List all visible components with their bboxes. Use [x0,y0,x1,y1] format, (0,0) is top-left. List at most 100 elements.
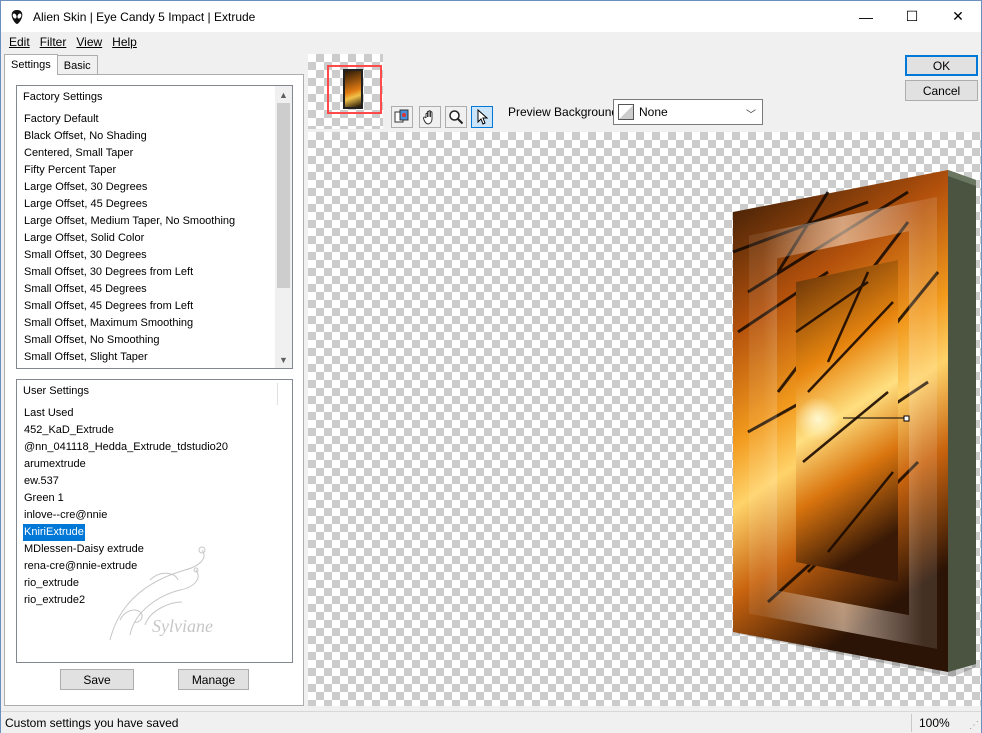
status-text: Custom settings you have saved [5,716,179,730]
compare-icon [394,109,409,123]
zoom-tool[interactable] [445,106,467,128]
main-window: Alien Skin | Eye Candy 5 Impact | Extrud… [0,0,982,733]
menu-edit[interactable]: Edit [4,35,35,49]
maximize-button[interactable]: ☐ [889,1,935,32]
factory-list-item[interactable]: Large Offset, Solid Color [23,230,236,247]
watermark-text: Sylviane [152,616,213,636]
factory-list-item-label: Large Offset, 30 Degrees [24,181,148,193]
tab-settings[interactable]: Settings [4,54,58,75]
cancel-button[interactable]: Cancel [905,80,978,101]
user-list-item[interactable]: ew.537 [23,473,229,490]
preview-background-value: None [639,105,668,119]
window-title: Alien Skin | Eye Candy 5 Impact | Extrud… [33,9,256,24]
window-controls: — ☐ ✕ [843,1,981,32]
menu-view[interactable]: View [71,35,107,49]
scroll-up-icon[interactable]: ▲ [275,86,292,103]
status-separator [911,714,912,732]
factory-list-item[interactable]: Small Offset, Maximum Smoothing [23,315,236,332]
factory-list-item[interactable]: Fifty Percent Taper [23,162,236,179]
ok-button[interactable]: OK [905,55,978,76]
factory-settings-header: Factory Settings [23,91,103,103]
factory-list-item[interactable]: Small Offset, No Smoothing [23,332,236,349]
factory-list-item-label: Small Offset, Slight Taper [24,351,148,363]
user-list-item-label: arumextrude [24,458,86,470]
factory-list-item[interactable]: Large Offset, Medium Taper, No Smoothing [23,213,236,230]
factory-list-scrollbar[interactable]: ▲ ▼ [275,86,292,368]
factory-list-item-label: Small Offset, 30 Degrees [24,249,147,261]
menu-help-label: Help [112,35,137,49]
factory-list-item-label: Small Offset, 45 Degrees from Left [24,300,194,312]
pan-tool[interactable] [419,106,441,128]
factory-list-item[interactable]: Small Offset, 30 Degrees from Left [23,264,236,281]
factory-list-item-label: Large Offset, 45 Degrees [24,198,148,210]
save-button[interactable]: Save [60,669,134,690]
zoom-level: 100% [919,716,950,730]
user-list-item-label: inlove--cre@nnie [24,509,108,521]
user-list-item[interactable]: inlove--cre@nnie [23,507,229,524]
tab-basic[interactable]: Basic [56,55,98,75]
factory-list-item[interactable]: Factory Default [23,111,236,128]
factory-list-item[interactable]: Centered, Small Taper [23,145,236,162]
close-button[interactable]: ✕ [935,1,981,32]
hand-icon [423,110,433,125]
factory-list-item[interactable]: Small Offset, 45 Degrees [23,281,236,298]
menu-bar: Edit Filter View Help [1,32,981,52]
user-list-item-label: 452_KaD_Extrude [24,424,114,436]
alien-skin-app-icon[interactable] [9,9,25,25]
factory-list-scroll-thumb[interactable] [277,103,290,288]
factory-list-item-label: Black Offset, No Shading [24,130,147,142]
factory-list-item[interactable]: Black Offset, No Shading [23,128,236,145]
user-list-item-label: ew.537 [24,475,59,487]
manage-button[interactable]: Manage [178,669,249,690]
menu-filter[interactable]: Filter [35,35,72,49]
factory-list-item-label: Small Offset, No Smoothing [24,334,160,346]
factory-list-item[interactable]: Small Offset, 45 Degrees from Left [23,298,236,315]
user-list-item[interactable]: arumextrude [23,456,229,473]
factory-list-item[interactable]: Large Offset, 45 Degrees [23,196,236,213]
user-list-item[interactable]: @nn_041118_Hedda_Extrude_tdstudio20 [23,439,229,456]
compare-tool[interactable] [391,106,413,128]
navigator-viewport-frame[interactable] [327,65,382,114]
close-icon: ✕ [952,8,964,24]
user-list-header-divider [277,383,278,405]
preview-navigator[interactable] [308,54,383,129]
magnifier-icon [449,110,464,125]
user-list-item[interactable]: 452_KaD_Extrude [23,422,229,439]
user-list-item[interactable]: KniriExtrude [23,524,229,541]
minimize-icon: — [859,8,873,25]
factory-list-item-label: Centered, Small Taper [24,147,134,159]
factory-settings-list[interactable]: Factory Settings Factory Default Black Of… [16,85,293,369]
factory-list-item-label: Factory Default [24,113,99,125]
menu-view-label: View [76,35,103,49]
factory-list-item[interactable]: Large Offset, 30 Degrees [23,179,236,196]
maximize-icon: ☐ [905,8,919,24]
resize-grip-icon[interactable]: ⋰ [969,720,979,731]
preview-background-label: Preview Background: [508,105,622,119]
user-list-item-label: Last Used [24,407,74,419]
user-list-item-label: KniriExtrude [23,524,85,541]
select-tool[interactable] [471,106,493,128]
factory-list-item-label: Large Offset, Solid Color [24,232,145,244]
status-bar: Custom settings you have saved 100% ⋰ [1,711,981,733]
factory-list-item-label: Small Offset, Maximum Smoothing [24,317,194,329]
user-list-item[interactable]: Green 1 [23,490,229,507]
chevron-down-icon: ﹀ [746,110,756,121]
user-list-item-label: rio_extrude [24,577,80,589]
user-list-item-label: Green 1 [24,492,64,504]
preview-background-select[interactable]: None ﹀ [613,99,763,125]
factory-list-item[interactable]: Small Offset, Slight Taper [23,349,236,366]
arrow-pointer-icon [477,109,489,125]
user-list-item[interactable]: Last Used [23,405,229,422]
factory-list-item-label: Small Offset, 30 Degrees from Left [24,266,194,278]
title-bar[interactable]: Alien Skin | Eye Candy 5 Impact | Extrud… [1,1,981,32]
factory-list-item[interactable]: Small Offset, 30 Degrees [23,247,236,264]
scroll-down-icon[interactable]: ▼ [275,351,292,368]
menu-edit-label: Edit [9,35,30,49]
extruded-image-preview [732,170,976,677]
minimize-button[interactable]: — [843,1,889,32]
preview-canvas[interactable] [308,132,981,706]
settings-panel: Factory Settings Factory Default Black Of… [4,74,304,706]
user-list-item-label: @nn_041118_Hedda_Extrude_tdstudio20 [24,441,229,453]
menu-help[interactable]: Help [107,35,142,49]
background-swatch-icon [618,104,634,120]
